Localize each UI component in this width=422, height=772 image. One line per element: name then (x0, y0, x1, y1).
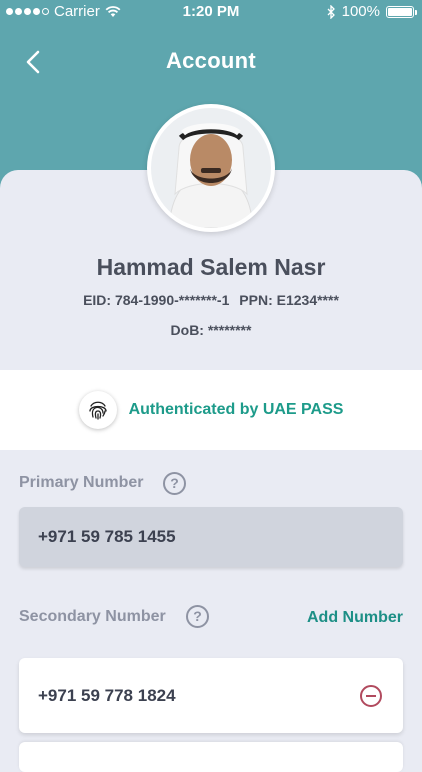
dob-value: DoB: ******** (170, 322, 252, 338)
add-number-button[interactable]: Add Number (307, 609, 403, 627)
help-icon[interactable]: ? (163, 472, 186, 495)
primary-number-label: Primary Number (19, 474, 144, 491)
remove-number-button[interactable] (360, 685, 382, 707)
secondary-number-value: +971 59 778 1824 (38, 686, 176, 705)
status-bar: Carrier 1:20 PM 100% (0, 0, 422, 24)
secondary-number-label: Secondary Number (19, 608, 166, 625)
help-icon[interactable]: ? (186, 605, 209, 628)
uae-pass-badge (78, 391, 117, 429)
primary-number-value: +971 59 785 1455 (38, 527, 176, 546)
user-avatar-icon (151, 108, 271, 228)
battery-icon (386, 5, 417, 18)
auth-banner: Authenticated by UAE PASS (0, 370, 422, 450)
avatar (147, 104, 275, 232)
primary-number-field: +971 59 785 1455 (19, 507, 403, 567)
eid-value: EID: 784-1990-*******-1 (83, 292, 230, 308)
user-name: Hammad Salem Nasr (96, 254, 326, 280)
list-item (19, 742, 403, 772)
auth-status-text: Authenticated by UAE PASS (128, 401, 344, 418)
battery-percent: 100% (341, 3, 380, 20)
page-title: Account (165, 48, 257, 73)
ppn-value: PPN: E1234**** (239, 292, 339, 308)
id-line: EID: 784-1990-*******-1 PPN: E1234**** (0, 292, 422, 308)
secondary-number-row: +971 59 778 1824 (19, 658, 403, 733)
fingerprint-icon (88, 401, 107, 420)
bluetooth-icon (327, 4, 335, 19)
status-right: 100% (327, 3, 417, 20)
